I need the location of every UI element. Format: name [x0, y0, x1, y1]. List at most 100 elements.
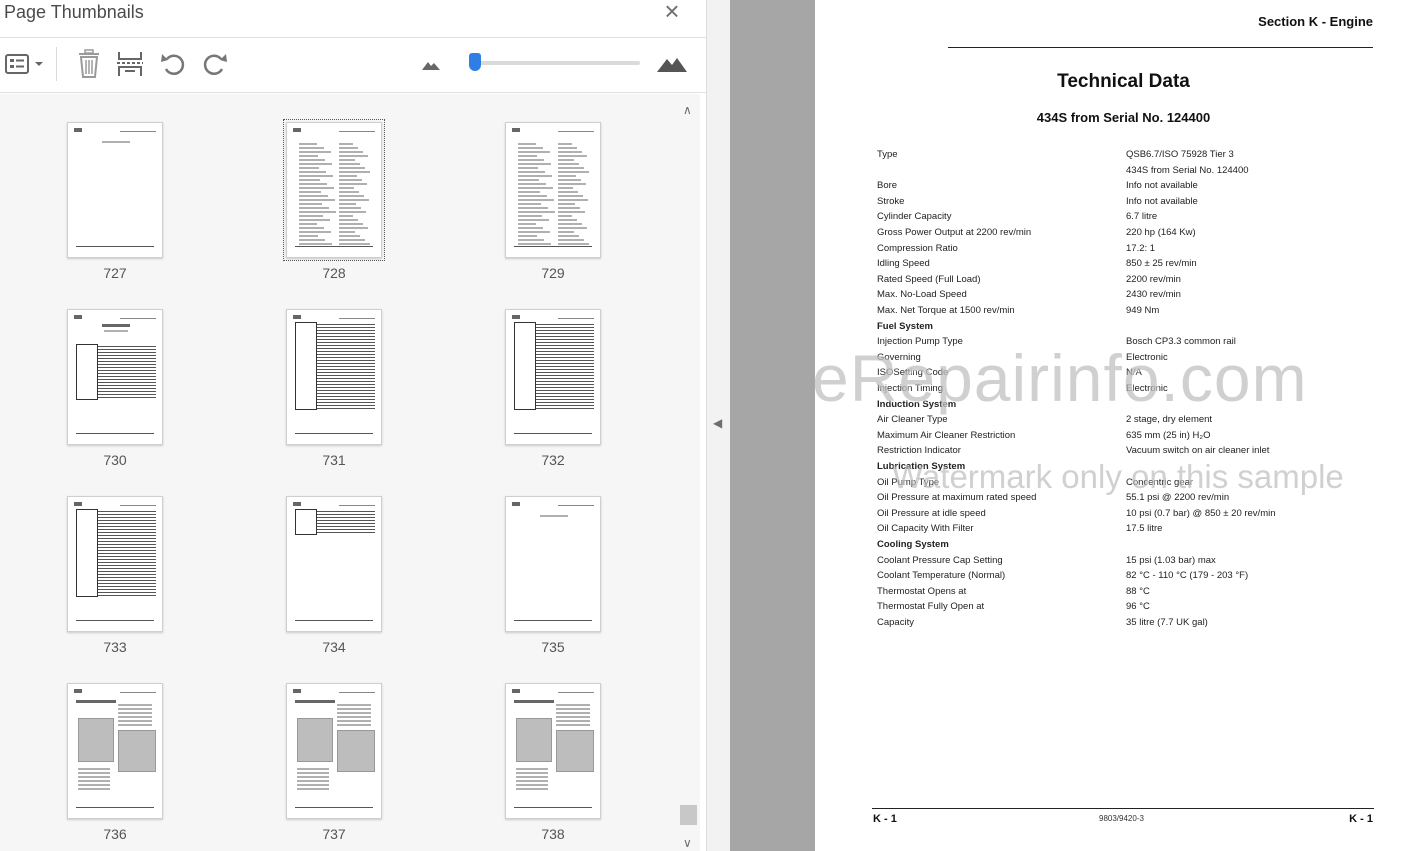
thumbnail-text-line	[337, 712, 371, 714]
spec-value: 635 mm (25 in) H₂O	[1126, 429, 1211, 441]
thumbnail-table-rows	[98, 344, 156, 400]
thumbnail-text-line	[339, 151, 363, 153]
thumbnail-text-line	[339, 143, 353, 145]
page-thumbnail[interactable]	[505, 496, 601, 632]
thumbnail-text-line	[518, 199, 554, 201]
thumbnail-text-line	[299, 203, 322, 205]
zoom-in-thumbnails-button[interactable]	[654, 48, 690, 80]
thumbnail-text-line	[518, 203, 541, 205]
extract-pages-button[interactable]	[114, 48, 146, 80]
thumbnail-logo	[512, 128, 520, 132]
list-options-icon	[5, 54, 43, 74]
spec-value: Info not available	[1126, 180, 1198, 192]
page-thumbnail[interactable]	[505, 122, 601, 258]
page-thumbnail[interactable]	[67, 122, 163, 258]
thumbnail-text-line	[518, 167, 538, 169]
thumbnail-text-line	[558, 159, 574, 161]
thumbnail-text-line	[558, 151, 582, 153]
thumbnail-text-line	[337, 704, 371, 706]
thumbnail-text-line	[556, 712, 590, 714]
thumbnail-text-line	[516, 768, 548, 770]
rotate-clockwise-button[interactable]	[200, 48, 230, 80]
spec-label: Max. Net Torque at 1500 rev/min	[877, 305, 1015, 316]
thumbnail-logo	[512, 502, 520, 506]
thumbnail-text-line	[518, 171, 545, 173]
page-thumbnail[interactable]	[505, 309, 601, 445]
toolbar-separator	[56, 47, 57, 81]
scroll-down-arrow-icon[interactable]: ∨	[683, 836, 692, 850]
thumbnail-text-line	[558, 227, 587, 229]
footer-page-right: K - 1	[1349, 813, 1373, 825]
spec-value: Vacuum switch on air cleaner inlet	[1126, 445, 1270, 457]
thumbnail-page-number: 729	[541, 265, 565, 281]
thumbnail-text-line	[78, 768, 110, 770]
thumbnail-text-line	[558, 219, 577, 221]
page-thumbnail[interactable]	[286, 309, 382, 445]
thumbnail-text-line	[558, 239, 584, 241]
close-panel-button[interactable]: ×	[660, 0, 684, 24]
thumbnail-footer	[295, 620, 373, 621]
thumbnail-text-line	[339, 203, 356, 205]
delete-pages-button[interactable]	[74, 48, 104, 80]
thumbnail-footer	[514, 807, 592, 808]
thumbnail-text-line	[299, 199, 335, 201]
page-thumbnail[interactable]	[67, 496, 163, 632]
collapse-panel-arrow-icon[interactable]: ◀	[713, 416, 722, 430]
spec-value: QSB6.7/ISO 75928 Tier 3	[1126, 149, 1234, 160]
thumbnail-text-line	[518, 235, 537, 237]
thumbnail-text-line	[558, 231, 574, 233]
spec-value: 88 °C	[1126, 585, 1150, 597]
thumbnail-footer	[514, 620, 592, 621]
thumbnail-text-line	[299, 147, 324, 149]
section-heading: Section K - Engine	[1258, 14, 1373, 29]
thumbnail-text-line	[339, 243, 370, 245]
thumbnail-page-number: 732	[541, 452, 565, 468]
thumbnail-text-line	[556, 704, 590, 706]
thumbnail-heading	[76, 700, 116, 703]
thumbnail-text-line	[518, 211, 555, 213]
thumbnail-table-rows	[98, 509, 156, 597]
spec-label: Cylinder Capacity	[877, 211, 952, 223]
thumbnail-text-line	[518, 147, 543, 149]
thumbnail-text-line	[339, 231, 355, 233]
page-thumbnail[interactable]	[505, 683, 601, 819]
mountain-small-icon	[422, 62, 440, 70]
thumbnail-header	[558, 131, 594, 132]
page-thumbnail[interactable]	[67, 309, 163, 445]
thumbnail-text-line	[518, 231, 550, 233]
thumbnail-text-line	[558, 175, 576, 177]
scrollbar-thumb[interactable]	[680, 805, 697, 825]
thumbnail-header	[120, 131, 156, 132]
thumbnail-text-line	[516, 776, 548, 778]
thumbnail-size-slider-track[interactable]	[470, 61, 640, 65]
thumbnail-text-line	[516, 788, 548, 790]
thumbnail-heading	[514, 700, 554, 703]
thumbnail-text-line	[558, 203, 575, 205]
spec-label: Rated Speed (Full Load)	[877, 273, 981, 285]
thumbnail-text-line	[518, 239, 544, 241]
thumbnail-header	[339, 131, 375, 132]
thumbnail-table-rows	[536, 322, 594, 410]
thumbnail-text-line	[558, 179, 581, 181]
zoom-out-thumbnails-button[interactable]	[418, 48, 444, 80]
thumbnail-size-slider-thumb[interactable]	[469, 53, 482, 71]
page-thumbnail[interactable]	[286, 683, 382, 819]
thumbnail-logo	[74, 128, 82, 132]
spec-label: Bore	[877, 180, 898, 192]
thumbnail-text-line	[339, 223, 363, 225]
thumbnail-text-line	[339, 195, 364, 197]
scroll-up-arrow-icon[interactable]: ∧	[683, 103, 692, 117]
thumbnail-text-line	[102, 141, 130, 143]
thumbnail-text-line	[518, 151, 550, 153]
page-thumbnail[interactable]	[286, 496, 382, 632]
page-thumbnail[interactable]	[283, 119, 385, 261]
thumbnail-page-number: 735	[541, 639, 565, 655]
thumbnail-text-line	[297, 768, 329, 770]
thumbnail-text-line	[339, 239, 365, 241]
rotate-counterclockwise-button[interactable]	[158, 48, 188, 80]
spec-label: Maximum Air Cleaner Restriction	[877, 429, 1016, 441]
page-thumbnail[interactable]	[67, 683, 163, 819]
options-menu-button[interactable]	[4, 48, 46, 80]
vertical-scrollbar[interactable]	[678, 94, 700, 851]
thumbnail-text-line	[78, 784, 110, 786]
